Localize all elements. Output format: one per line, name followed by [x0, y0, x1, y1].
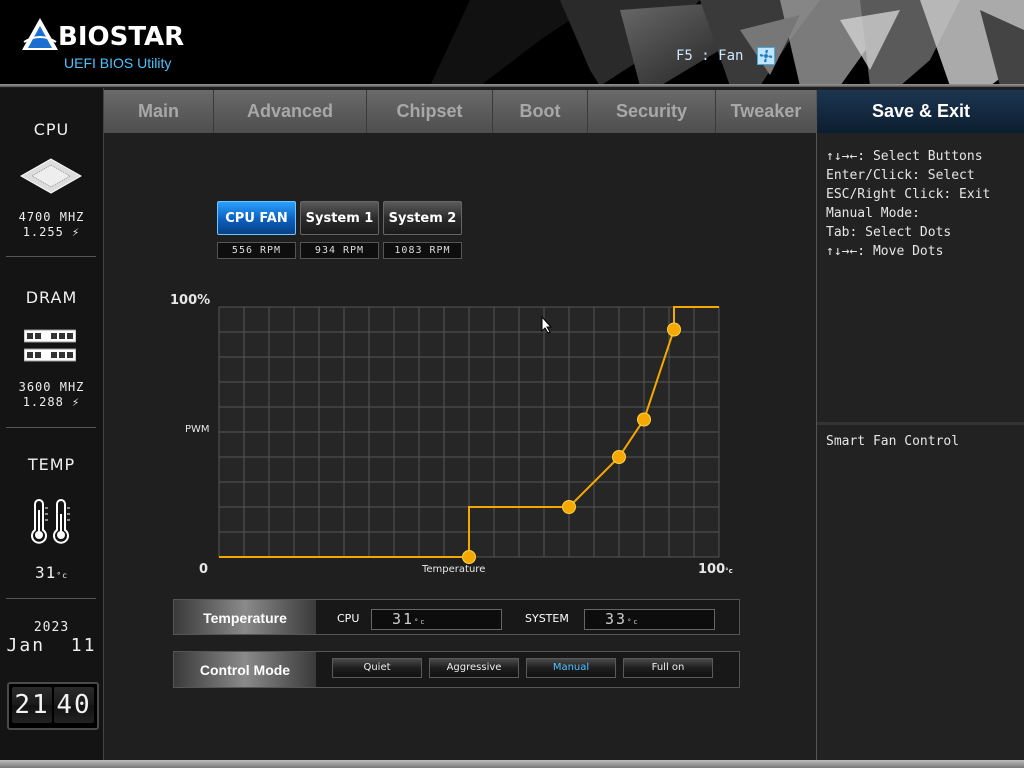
cpu-temp-value: 31°c: [371, 609, 502, 630]
fan-select-system-1[interactable]: System 1: [300, 201, 379, 235]
y-axis-max-label: 100%: [170, 293, 211, 308]
help-divider: [817, 422, 1024, 425]
dram-voltage: 1.288 ⚡: [22, 395, 81, 409]
fan-curve-control-point[interactable]: [562, 500, 576, 514]
divider: [6, 256, 96, 257]
x-axis-min-label: 0: [199, 562, 209, 577]
clock-display: 21 40: [7, 682, 99, 730]
tab-security[interactable]: Security: [588, 90, 716, 133]
help-line: ↑↓→←: Select Buttons: [826, 149, 983, 164]
f5-fan-hotkey-label[interactable]: F5 : Fan: [676, 48, 743, 64]
header-divider: [0, 84, 1024, 87]
tab-save-exit[interactable]: Save & Exit: [817, 90, 1024, 133]
system-info-panel: CPU 4700 MHZ 1.255 ⚡ DRAM 3600 MHZ 1.288…: [0, 88, 104, 760]
date-year: 2023: [33, 620, 70, 635]
bios-subtitle: UEFI BIOS Utility: [64, 55, 172, 71]
mouse-cursor-icon: [541, 316, 553, 334]
dram-frequency: 3600 MHZ: [18, 380, 85, 394]
system-2-rpm: 1083 RPM: [383, 242, 462, 259]
cpu-temp-label: CPU: [337, 612, 360, 625]
help-line: ↑↓→←: Move Dots: [826, 244, 944, 259]
tab-boot[interactable]: Boot: [493, 90, 588, 133]
help-panel: Save & Exit ↑↓→←: Select Buttons Enter/C…: [816, 90, 1024, 760]
temperature-section-label: Temperature: [174, 600, 316, 634]
fan-icon[interactable]: [757, 47, 775, 65]
mode-quiet-button[interactable]: Quiet: [332, 658, 422, 678]
cpu-voltage: 1.255 ⚡: [22, 225, 81, 239]
mode-full-on-button[interactable]: Full on: [623, 658, 713, 678]
help-line: ESC/Right Click: Exit: [826, 187, 991, 202]
cpu-title: CPU: [33, 120, 70, 139]
fan-curve-chart[interactable]: [210, 300, 730, 565]
temp-title: TEMP: [27, 455, 76, 474]
tab-chipset[interactable]: Chipset: [367, 90, 493, 133]
tab-main[interactable]: Main: [104, 90, 214, 133]
x-axis-label: Temperature: [422, 564, 486, 575]
divider: [6, 427, 96, 428]
fan-curve-control-point[interactable]: [612, 450, 626, 464]
mode-manual-button[interactable]: Manual: [526, 658, 616, 678]
bottom-bar: [0, 760, 1024, 768]
clock-minutes: 40: [54, 687, 94, 723]
y-axis-label: PWM: [185, 424, 210, 435]
cpu-chip-icon: [20, 158, 82, 194]
clock-hours: 21: [12, 687, 52, 723]
fan-select-system-2[interactable]: System 2: [383, 201, 462, 235]
header-bar: BIOSTAR UEFI BIOS Utility F5 : Fan: [0, 0, 1024, 86]
brand-name: BIOSTAR: [58, 22, 185, 52]
cpu-frequency: 4700 MHZ: [18, 210, 85, 224]
system-temp-label: SYSTEM: [525, 612, 569, 625]
divider: [6, 598, 96, 599]
temperature-readout-panel: Temperature CPU 31°c SYSTEM 33°c: [173, 599, 740, 635]
system-temp-value: 33°c: [584, 609, 715, 630]
system-temperature: 31°c: [35, 563, 68, 582]
control-mode-panel: Control Mode Quiet Aggressive Manual Ful…: [173, 651, 740, 688]
fan-curve-control-point[interactable]: [462, 550, 476, 564]
dram-title: DRAM: [25, 288, 78, 307]
cpu-fan-rpm: 556 RPM: [217, 242, 296, 259]
fan-curve-control-point[interactable]: [637, 412, 651, 427]
system-1-rpm: 934 RPM: [300, 242, 379, 259]
help-line: Manual Mode:: [826, 206, 920, 221]
thermometer-icon: [31, 499, 70, 544]
tab-tweaker[interactable]: Tweaker: [716, 90, 816, 133]
fan-curve-control-point[interactable]: [667, 322, 681, 337]
control-mode-label: Control Mode: [174, 652, 316, 687]
tab-advanced[interactable]: Advanced: [214, 90, 367, 133]
help-line: Enter/Click: Select: [826, 168, 975, 183]
item-description: Smart Fan Control: [826, 434, 960, 449]
mode-aggressive-button[interactable]: Aggressive: [429, 658, 519, 678]
help-line: Tab: Select Dots: [826, 225, 952, 240]
logo-triangle-icon: [22, 18, 58, 50]
main-tab-bar: Main Advanced Chipset Boot Security Twea…: [104, 90, 816, 133]
fan-select-cpu-fan[interactable]: CPU FAN: [217, 201, 296, 235]
memory-module-icon: [24, 329, 76, 362]
date-month-day: Jan 11: [6, 635, 97, 656]
